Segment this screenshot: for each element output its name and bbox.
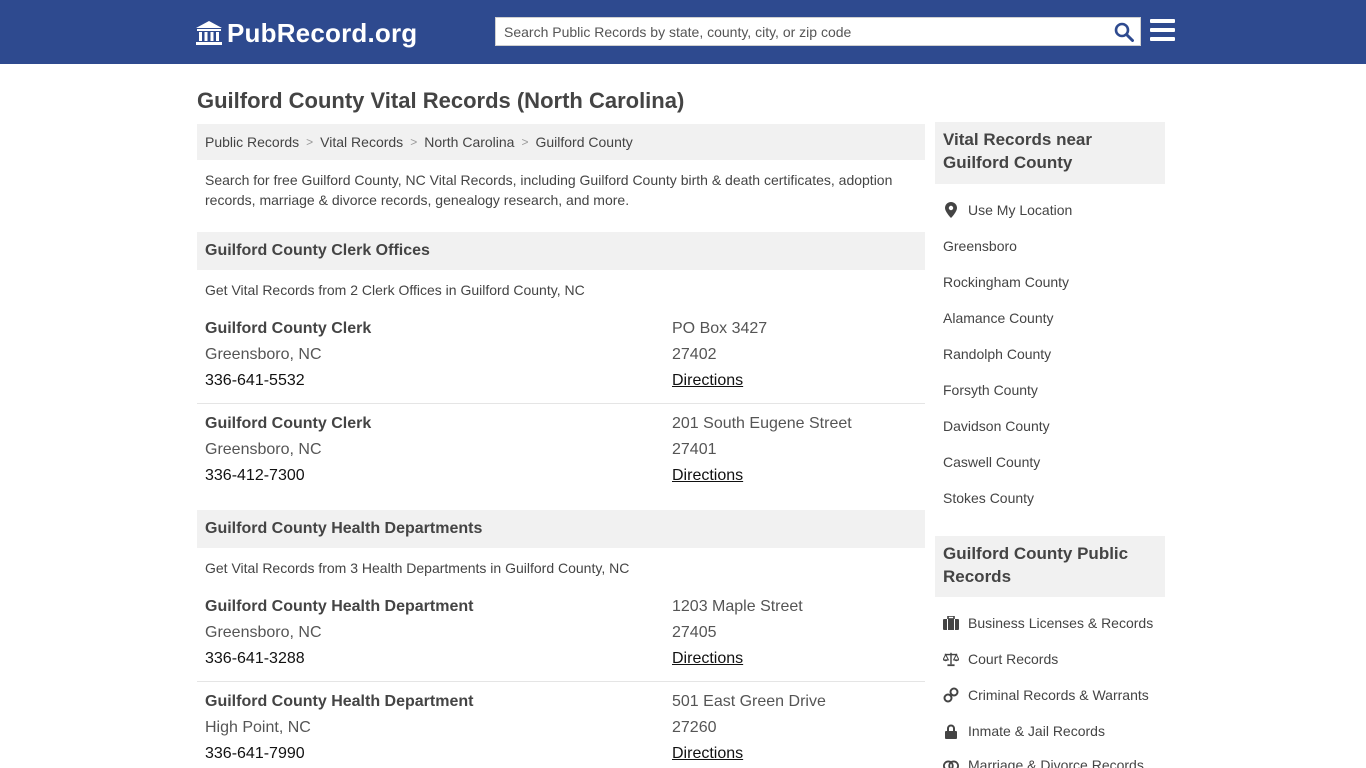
- office-address: 501 East Green Drive: [672, 693, 826, 710]
- office-zip: 27260: [672, 719, 717, 736]
- logo-text: PubRecord.org: [227, 17, 418, 48]
- office-address: PO Box 3427: [672, 320, 768, 337]
- office-phone[interactable]: 336-641-5532: [205, 368, 371, 394]
- lock-icon: [943, 723, 959, 739]
- nearby-link-alamance[interactable]: Alamance County: [943, 308, 1054, 328]
- scales-icon: [943, 651, 959, 667]
- health-departments-subtitle: Get Vital Records from 3 Health Departme…: [205, 560, 630, 576]
- handcuffs-icon: [943, 687, 959, 703]
- office-city: High Point, NC: [205, 719, 311, 736]
- directions-link[interactable]: Directions: [672, 463, 852, 489]
- site-header: PubRecord.org: [0, 0, 1366, 64]
- office-entry: Guilford County Clerk Greensboro, NC 336…: [197, 316, 925, 396]
- breadcrumb-separator: >: [306, 135, 314, 149]
- use-my-location-link[interactable]: Use My Location: [943, 200, 1072, 220]
- inmate-records-link[interactable]: Inmate & Jail Records: [943, 721, 1105, 741]
- search-box: [495, 17, 1141, 46]
- nearby-link-stokes[interactable]: Stokes County: [943, 488, 1034, 508]
- breadcrumb: Public Records > Vital Records > North C…: [197, 124, 925, 160]
- breadcrumb-vital-records[interactable]: Vital Records: [320, 134, 403, 150]
- office-phone[interactable]: 336-641-3288: [205, 646, 473, 672]
- page-title: Guilford County Vital Records (North Car…: [197, 88, 685, 113]
- office-address: 1203 Maple Street: [672, 598, 803, 615]
- directions-link[interactable]: Directions: [672, 368, 767, 394]
- office-entry: Guilford County Health Department Greens…: [197, 594, 925, 674]
- breadcrumb-separator: >: [521, 135, 529, 149]
- office-city: Greensboro, NC: [205, 624, 322, 641]
- rings-icon: [943, 757, 959, 768]
- inmate-records-label: Inmate & Jail Records: [968, 723, 1105, 739]
- criminal-records-label: Criminal Records & Warrants: [968, 687, 1149, 703]
- site-logo[interactable]: PubRecord.org: [195, 18, 417, 48]
- court-records-link[interactable]: Court Records: [943, 649, 1058, 669]
- marriage-records-link[interactable]: Marriage & Divorce Records: [943, 755, 1144, 768]
- nearby-link-rockingham[interactable]: Rockingham County: [943, 272, 1069, 292]
- marriage-records-label: Marriage & Divorce Records: [968, 757, 1144, 768]
- office-name[interactable]: Guilford County Clerk: [205, 411, 371, 437]
- breadcrumb-public-records[interactable]: Public Records: [205, 134, 299, 150]
- breadcrumb-separator: >: [410, 135, 418, 149]
- office-zip: 27401: [672, 441, 717, 458]
- hamburger-menu-icon[interactable]: [1150, 19, 1175, 41]
- use-my-location-label: Use My Location: [968, 202, 1073, 218]
- divider: [197, 681, 925, 682]
- office-phone[interactable]: 336-641-7990: [205, 741, 473, 767]
- map-marker-icon: [943, 202, 959, 218]
- office-name[interactable]: Guilford County Health Department: [205, 594, 473, 620]
- nearby-link-forsyth[interactable]: Forsyth County: [943, 380, 1038, 400]
- nearby-link-greensboro[interactable]: Greensboro: [943, 236, 1017, 256]
- nearby-link-davidson[interactable]: Davidson County: [943, 416, 1050, 436]
- nearby-heading: Vital Records near Guilford County: [935, 122, 1165, 184]
- nearby-link-randolph[interactable]: Randolph County: [943, 344, 1051, 364]
- criminal-records-link[interactable]: Criminal Records & Warrants: [943, 685, 1149, 705]
- public-records-heading: Guilford County Public Records: [935, 536, 1165, 597]
- business-licenses-label: Business Licenses & Records: [968, 615, 1154, 631]
- health-departments-heading: Guilford County Health Departments: [197, 510, 925, 548]
- search-icon[interactable]: [1114, 22, 1134, 42]
- court-records-label: Court Records: [968, 651, 1059, 667]
- intro-text: Search for free Guilford County, NC Vita…: [205, 172, 893, 208]
- nearby-link-caswell[interactable]: Caswell County: [943, 452, 1040, 472]
- office-name[interactable]: Guilford County Health Department: [205, 689, 473, 715]
- office-address: 201 South Eugene Street: [672, 415, 852, 432]
- office-entry: Guilford County Health Department High P…: [197, 689, 925, 768]
- breadcrumb-north-carolina[interactable]: North Carolina: [424, 134, 514, 150]
- office-entry: Guilford County Clerk Greensboro, NC 336…: [197, 411, 925, 491]
- clerk-offices-subtitle: Get Vital Records from 2 Clerk Offices i…: [205, 282, 585, 298]
- search-input[interactable]: [496, 18, 1106, 45]
- breadcrumb-guilford-county[interactable]: Guilford County: [535, 134, 632, 150]
- business-licenses-link[interactable]: Business Licenses & Records: [943, 613, 1153, 633]
- office-name[interactable]: Guilford County Clerk: [205, 316, 371, 342]
- clerk-offices-heading: Guilford County Clerk Offices: [197, 232, 925, 270]
- briefcase-icon: [943, 615, 959, 631]
- directions-link[interactable]: Directions: [672, 646, 803, 672]
- office-city: Greensboro, NC: [205, 346, 322, 363]
- office-zip: 27402: [672, 346, 717, 363]
- courthouse-icon: [196, 21, 222, 45]
- office-city: Greensboro, NC: [205, 441, 322, 458]
- divider: [197, 403, 925, 404]
- directions-link[interactable]: Directions: [672, 741, 826, 767]
- office-zip: 27405: [672, 624, 717, 641]
- office-phone[interactable]: 336-412-7300: [205, 463, 371, 489]
